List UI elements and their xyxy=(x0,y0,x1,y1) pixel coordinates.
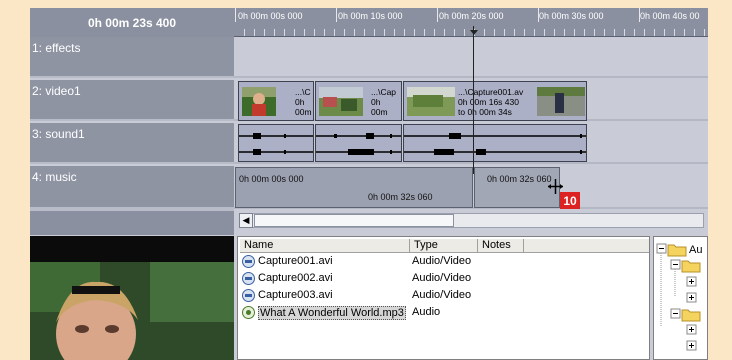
ruler-label: 0h 00m 40s 00 xyxy=(640,11,700,21)
track-label: 1: effects xyxy=(32,41,81,55)
music-clip-start: 0h 00m 00s 000 xyxy=(239,174,304,184)
audio-clip[interactable] xyxy=(403,124,587,162)
ruler-label: 0h 00m 00s 000 xyxy=(238,11,303,21)
track-header-sound1[interactable]: 3: sound1 xyxy=(30,123,234,164)
music-clip[interactable]: 0h 00m 00s 000 0h 00m 32s 060 xyxy=(235,167,473,208)
media-name: Capture003.avi xyxy=(258,289,333,301)
video1-track[interactable]: ...\C 0h 00m ...\Cap 0h 00m ...\Capture0… xyxy=(234,80,708,121)
audio-file-icon xyxy=(242,306,255,319)
scroll-left-arrow-icon[interactable]: ◀ xyxy=(239,213,253,228)
ruler-major-tick xyxy=(437,8,438,22)
waveform xyxy=(404,133,586,155)
folder-tree-root-label: Au xyxy=(689,244,703,256)
track-label: 4: music xyxy=(32,170,77,184)
effects-track[interactable] xyxy=(234,37,708,78)
video-clip[interactable]: ...\Capture001.av 0h 00m 16s 430 to 0h 0… xyxy=(403,81,587,121)
column-header-name[interactable]: Name xyxy=(240,239,410,253)
media-pool-list[interactable]: Name Type Notes Capture001.avi Audio/Vid… xyxy=(237,236,650,360)
timeline-tracks[interactable]: ...\C 0h 00m ...\Cap 0h 00m ...\Capture0… xyxy=(234,37,708,209)
clip-time: 0h 00m 16s 430 xyxy=(458,97,519,107)
clip-path: ...\Capture001.av xyxy=(458,87,524,97)
video-file-icon xyxy=(242,255,255,268)
media-row[interactable]: Capture003.avi Audio/Video xyxy=(240,288,640,304)
clip-thumbnail xyxy=(407,87,455,116)
track-header-effects[interactable]: 1: effects xyxy=(30,37,234,78)
video-clip[interactable]: ...\C 0h 00m xyxy=(238,81,314,121)
video-preview xyxy=(30,236,234,360)
media-type: Audio/Video xyxy=(412,272,472,284)
clip-thumbnail xyxy=(242,87,276,116)
video-file-icon xyxy=(242,272,255,285)
media-type: Audio/Video xyxy=(412,289,472,301)
video-editor-window: 0h 00m 23s 400 0h 00m 00s 000 0h 00m 10s… xyxy=(30,8,708,360)
music-clip-end-time: 0h 00m 32s 060 xyxy=(487,174,552,184)
video-clip[interactable]: ...\Cap 0h 00m xyxy=(315,81,402,121)
clip-thumbnail xyxy=(319,87,363,116)
folder-tree[interactable]: Au xyxy=(653,236,708,360)
playhead-marker[interactable] xyxy=(470,30,478,35)
audio-clip[interactable] xyxy=(315,124,402,162)
media-name: Capture002.avi xyxy=(258,272,333,284)
scroll-thumb[interactable] xyxy=(254,214,454,227)
clip-time: to 0h 00m 34s xyxy=(458,107,512,117)
track-header-music[interactable]: 4: music xyxy=(30,166,234,209)
track-header-video1[interactable]: 2: video1 xyxy=(30,80,234,121)
playhead[interactable] xyxy=(473,26,474,174)
clip-time: 00m xyxy=(371,107,388,117)
sound1-track[interactable] xyxy=(234,123,708,164)
column-header-notes[interactable]: Notes xyxy=(478,239,524,253)
music-clip-duration: 0h 00m 32s 060 xyxy=(368,192,433,202)
audio-clip[interactable] xyxy=(238,124,314,162)
column-header-blank xyxy=(524,239,649,253)
video-file-icon xyxy=(242,289,255,302)
timeline-hscrollbar[interactable]: ◀ xyxy=(234,209,708,233)
media-row[interactable]: Capture001.avi Audio/Video xyxy=(240,254,640,270)
preview-frame xyxy=(30,236,234,360)
ruler-major-tick xyxy=(639,8,640,22)
column-header-type[interactable]: Type xyxy=(410,239,478,253)
ruler-major-tick xyxy=(336,8,337,22)
drag-count-badge: 10 xyxy=(560,192,580,209)
media-row[interactable]: Capture002.avi Audio/Video xyxy=(240,271,640,287)
clip-time: 0h xyxy=(371,97,381,107)
ruler-label: 0h 00m 20s 000 xyxy=(439,11,504,21)
clip-path: ...\Cap xyxy=(371,87,397,97)
media-type: Audio xyxy=(412,306,441,318)
ruler-major-tick xyxy=(538,8,539,22)
current-time-display: 0h 00m 23s 400 xyxy=(30,8,234,38)
ruler-label: 0h 00m 10s 000 xyxy=(338,11,403,21)
clip-time: 00m xyxy=(295,107,312,117)
track-header-spacer xyxy=(30,209,234,235)
clip-time: 0h xyxy=(295,97,305,107)
waveform xyxy=(239,133,313,155)
ruler-label: 0h 00m 30s 000 xyxy=(539,11,604,21)
music-track[interactable]: 0h 00m 00s 000 0h 00m 32s 060 0h 00m 32s… xyxy=(234,166,708,209)
waveform xyxy=(316,133,401,155)
media-row-selected[interactable]: What A Wonderful World.mp3 Audio xyxy=(240,305,640,321)
media-name: What A Wonderful World.mp3 xyxy=(258,306,406,320)
ruler-major-tick xyxy=(235,8,236,22)
track-label: 3: sound1 xyxy=(32,127,85,141)
media-name: Capture001.avi xyxy=(258,255,333,267)
clip-path: ...\C xyxy=(295,87,311,97)
media-type: Audio/Video xyxy=(412,255,472,267)
track-label: 2: video1 xyxy=(32,84,81,98)
clip-thumbnail xyxy=(537,87,585,116)
